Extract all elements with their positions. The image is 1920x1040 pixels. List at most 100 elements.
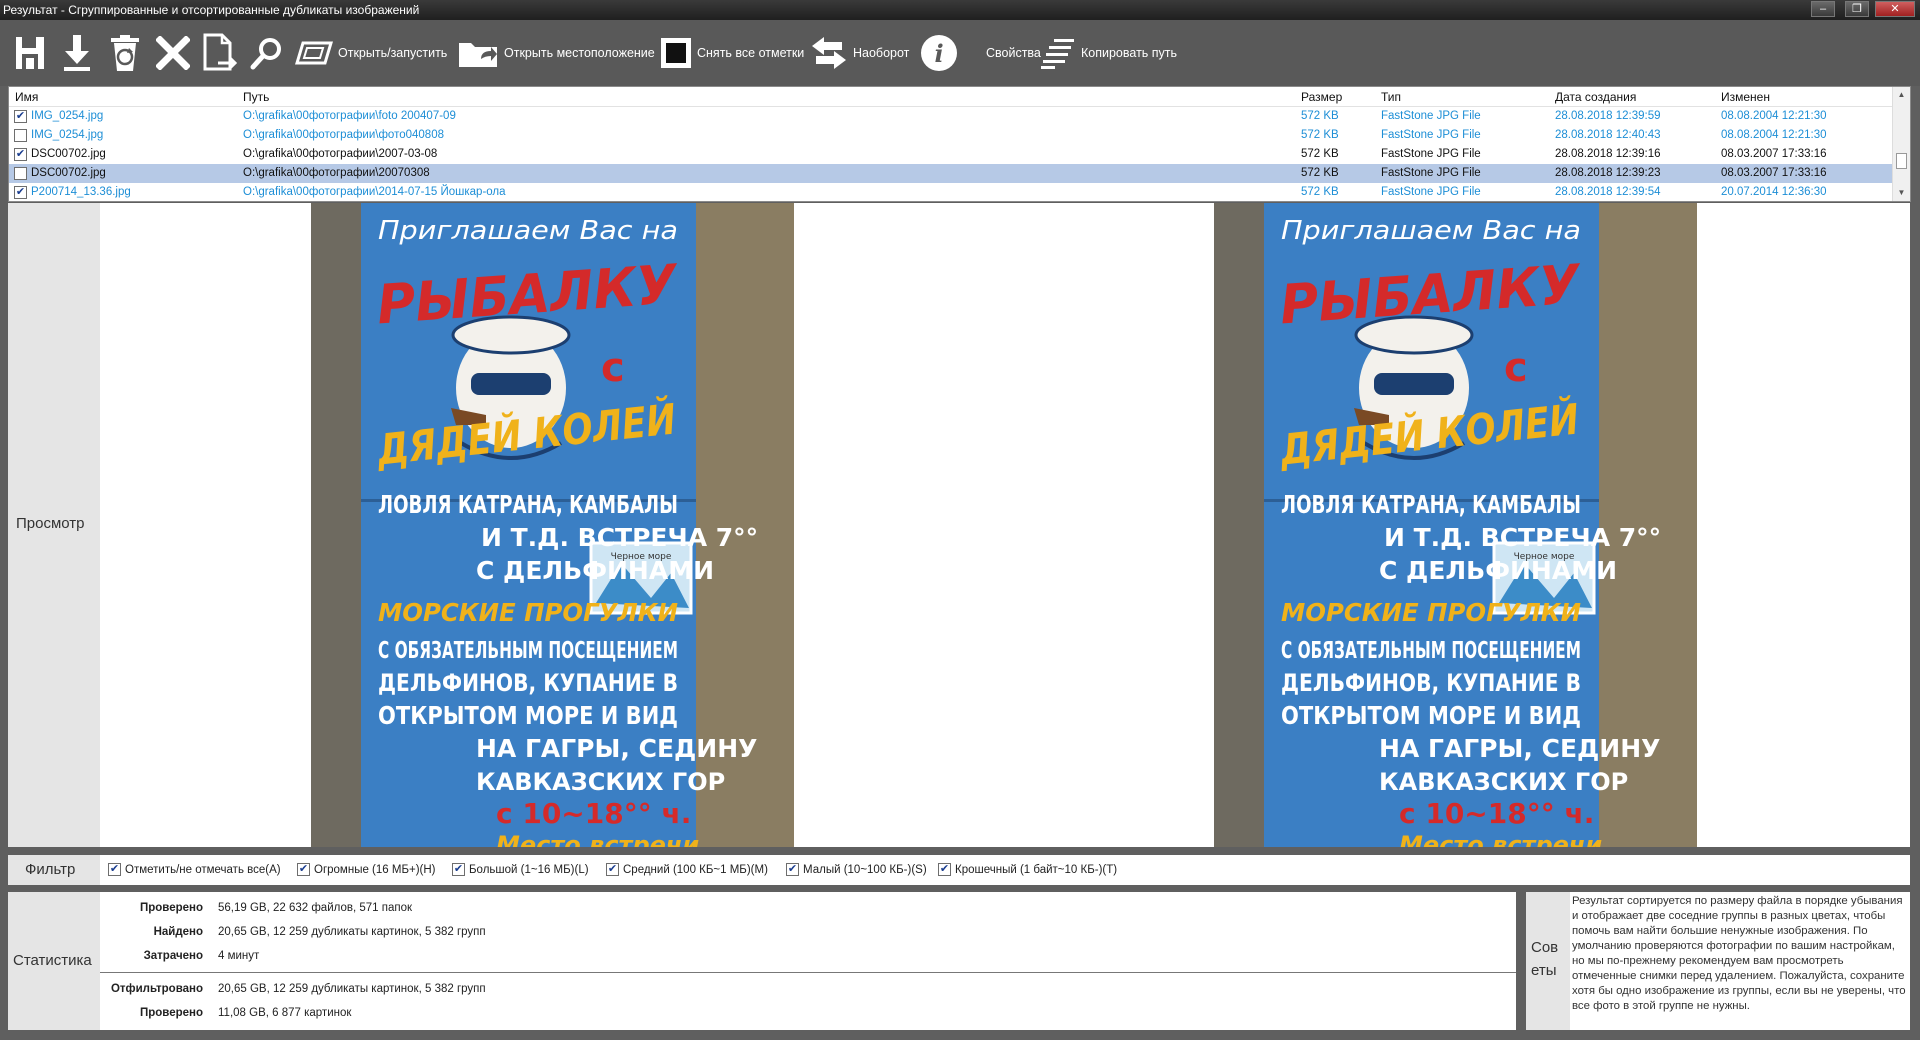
- close-button[interactable]: ✕: [1875, 1, 1915, 17]
- table-row[interactable]: DSC00702.jpg O:\grafika\00фотографии\2007…: [9, 164, 1893, 183]
- sign-text-line: ОТКРЫТОМ МОРЕ И ВИД: [378, 701, 678, 730]
- column-header-modified[interactable]: Изменен: [1721, 90, 1770, 104]
- column-header-type[interactable]: Тип: [1381, 90, 1401, 104]
- filter-panel: ✔ Отметить/не отмечать все(A) ✔ Огромные (…: [100, 855, 1910, 885]
- scroll-thumb[interactable]: [1896, 153, 1907, 169]
- sticker-text: Черное море: [611, 552, 672, 562]
- filter-all-checkbox[interactable]: ✔ Отметить/не отмечать все(A): [108, 863, 281, 876]
- minimize-button[interactable]: ‒: [1811, 1, 1835, 17]
- row-checkbox[interactable]: ✔: [14, 110, 27, 123]
- checkbox-icon[interactable]: ✔: [938, 863, 951, 876]
- sign-text-line: Приглашаем Вас на: [378, 216, 678, 246]
- invert-button[interactable]: Наоборот: [810, 30, 909, 76]
- cell-name: DSC00702.jpg: [31, 148, 106, 160]
- filter-option-label: Отметить/не отмечать все(A): [125, 863, 281, 876]
- find-button[interactable]: [250, 30, 284, 76]
- sign-text-line: НА ГАГРЫ, СЕДИНУ: [476, 734, 757, 763]
- filter-option-label: Крошечный (1 байт~10 КБ-)(T): [955, 863, 1118, 876]
- stats-section-label: Статистика: [8, 892, 100, 1030]
- cell-created: 28.08.2018 12:39:23: [1555, 167, 1661, 179]
- column-header-name[interactable]: Имя: [15, 90, 38, 104]
- cell-size: 572 KB: [1301, 110, 1339, 122]
- cell-name: IMG_0254.jpg: [31, 129, 104, 141]
- delete-button[interactable]: [156, 30, 190, 76]
- sign-text-line: И Т.Д. ВСТРЕЧА 7°°: [481, 523, 758, 552]
- tips-label-line2: еты: [1531, 962, 1557, 979]
- table-row[interactable]: ✔ DSC00702.jpg O:\grafika\00фотографии\200…: [9, 145, 1893, 164]
- checkbox-icon[interactable]: ✔: [452, 863, 465, 876]
- cell-path: O:\grafika\00фотографии\20070308: [243, 167, 430, 179]
- cell-size: 572 KB: [1301, 129, 1339, 141]
- download-icon: [64, 35, 90, 71]
- properties-button[interactable]: i Свойства: [920, 30, 1041, 76]
- sign-text-line: ДЕЛЬФИНОВ, КУПАНИЕ В: [1281, 669, 1581, 697]
- preview-image-right[interactable]: Приглашаем Вас на РЫБАЛКУ с ДЯДЕЙ КОЛЕЙ ЛОВЛ…: [1214, 203, 1697, 847]
- sunglasses: [1374, 373, 1454, 395]
- info-icon: i: [921, 35, 957, 71]
- copy-path-button[interactable]: Копировать путь: [1040, 30, 1177, 76]
- filter-medium-checkbox[interactable]: ✔ Средний (100 КБ~1 МБ)(M): [606, 863, 768, 876]
- stat-value: 4 минут: [218, 950, 260, 962]
- stats-divider: [100, 972, 1516, 973]
- checkbox-icon[interactable]: ✔: [297, 863, 310, 876]
- table-row[interactable]: IMG_0254.jpg O:\grafika\00фотографии\фото…: [9, 126, 1893, 145]
- tips-text: Результат сортируется по размеру файла в…: [1572, 895, 1906, 1012]
- open-run-button[interactable]: Открыть/запустить: [295, 30, 447, 76]
- uncheck-all-label: Снять все отметки: [697, 46, 805, 60]
- row-checkbox[interactable]: ✔: [14, 148, 27, 161]
- stat-value: 20,65 GB, 12 259 дубликаты картинок, 5 3…: [218, 926, 486, 938]
- cell-type: FastStone JPG File: [1381, 186, 1481, 198]
- row-checkbox[interactable]: [14, 167, 27, 180]
- column-header-size[interactable]: Размер: [1301, 90, 1342, 104]
- sign-text-line: ДЕЛЬФИНОВ, КУПАНИЕ В: [378, 669, 678, 697]
- tips-label-line1: Сов: [1531, 939, 1559, 956]
- duplicates-table: Имя Путь Размер Тип Дата создания Измене…: [8, 86, 1911, 202]
- stat-value: 20,65 GB, 12 259 дубликаты картинок, 5 3…: [218, 983, 486, 995]
- sign-text-line: ОТКРЫТОМ МОРЕ И ВИД: [1281, 701, 1581, 730]
- open-location-button[interactable]: Открыть местоположение: [457, 30, 655, 76]
- filter-label: Фильтр: [25, 861, 76, 878]
- cell-created: 28.08.2018 12:39:54: [1555, 186, 1661, 198]
- maximize-button[interactable]: ❐: [1845, 1, 1869, 17]
- preview-image-left[interactable]: Приглашаем Вас на РЫБАЛКУ с ДЯДЕЙ КОЛЕЙ ЛОВЛ…: [311, 203, 794, 847]
- filter-large-checkbox[interactable]: ✔ Большой (1~16 МБ)(L): [452, 863, 589, 876]
- scroll-down-icon[interactable]: ▼: [1893, 185, 1910, 201]
- cell-size: 572 KB: [1301, 167, 1339, 179]
- table-row[interactable]: ✔ IMG_0254.jpg O:\grafika\00фотографии\fot…: [9, 107, 1893, 126]
- uncheck-all-button[interactable]: Снять все отметки: [660, 30, 804, 76]
- column-header-path[interactable]: Путь: [243, 90, 269, 104]
- svg-text:i: i: [934, 39, 943, 68]
- cell-modified: 08.08.2004 12:21:30: [1721, 110, 1827, 122]
- checkbox-icon[interactable]: ✔: [606, 863, 619, 876]
- checkbox-icon[interactable]: ✔: [786, 863, 799, 876]
- save-icon: [16, 37, 44, 69]
- table-scrollbar[interactable]: ▲ ▼: [1892, 87, 1910, 201]
- filter-option-label: Огромные (16 МБ+)(H): [314, 863, 436, 876]
- column-header-created[interactable]: Дата создания: [1555, 90, 1636, 104]
- row-checkbox[interactable]: [14, 129, 27, 142]
- recycle-button[interactable]: [109, 30, 141, 76]
- sign-text-line: МОРСКИЕ ПРОГУЛКИ: [378, 598, 678, 627]
- scroll-up-icon[interactable]: ▲: [1893, 87, 1910, 103]
- row-checkbox[interactable]: ✔: [14, 186, 27, 199]
- title-bar: Результат - Сгруппированные и отсортиров…: [0, 0, 1920, 20]
- preview-panel: Приглашаем Вас на РЫБАЛКУ с ДЯДЕЙ КОЛЕЙ ЛОВЛ…: [100, 203, 1910, 847]
- sunglasses: [471, 373, 551, 395]
- save-button[interactable]: [14, 30, 48, 76]
- sign-text-line: с 10~18°° ч.: [1399, 797, 1594, 830]
- open-location-label: Открыть местоположение: [504, 46, 655, 60]
- copy-path-label: Копировать путь: [1081, 46, 1178, 60]
- table-row[interactable]: ✔ P200714_13.36.jpg O:\grafika\00фотографи…: [9, 183, 1893, 201]
- download-button[interactable]: [62, 30, 92, 76]
- tips-section-label: Сов еты: [1526, 892, 1570, 1030]
- move-button[interactable]: [202, 30, 238, 76]
- sign-text-line: Место встречи: [1399, 831, 1602, 847]
- stat-key: Проверено: [139, 902, 203, 914]
- filter-tiny-checkbox[interactable]: ✔ Крошечный (1 байт~10 КБ-)(T): [938, 863, 1117, 876]
- filter-small-checkbox[interactable]: ✔ Малый (10~100 КБ-)(S): [786, 863, 927, 876]
- open-run-label: Открыть/запустить: [338, 46, 448, 60]
- filter-huge-checkbox[interactable]: ✔ Огромные (16 МБ+)(H): [297, 863, 436, 876]
- folder-open-icon: [459, 43, 497, 67]
- sign-text-line: КАВКАЗСКИХ ГОР: [1379, 768, 1628, 796]
- checkbox-icon[interactable]: ✔: [108, 863, 121, 876]
